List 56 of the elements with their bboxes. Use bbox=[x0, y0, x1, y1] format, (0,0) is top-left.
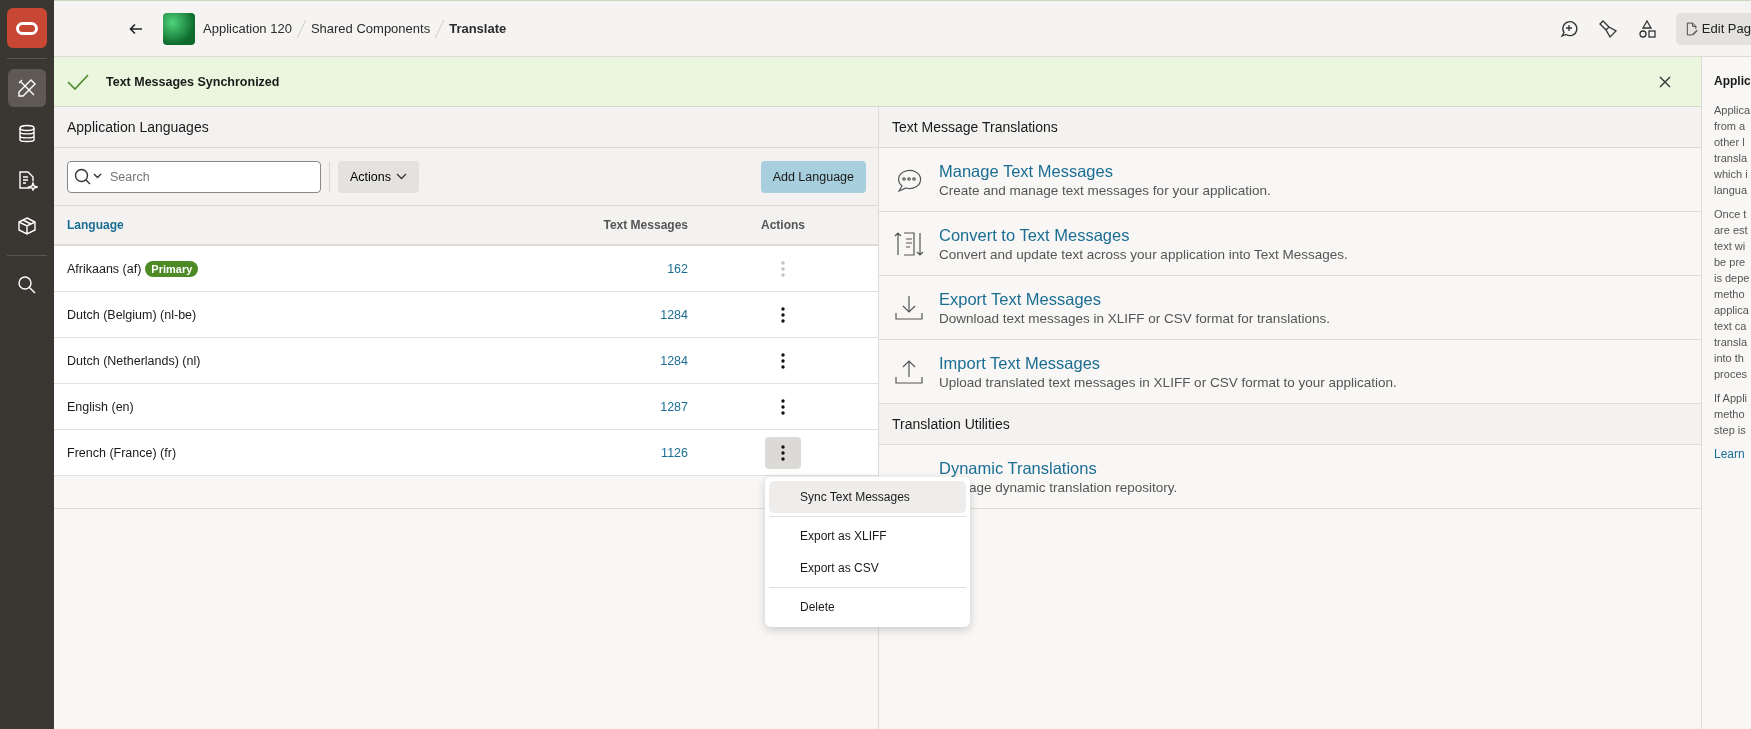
breadcrumb-link[interactable]: Application 120 bbox=[203, 21, 292, 36]
language-name: Afrikaans (af) bbox=[67, 261, 142, 276]
help-title: Applic bbox=[1714, 74, 1751, 88]
primary-badge: Primary bbox=[145, 260, 199, 277]
link-description: Download text messages in XLIFF or CSV format for translations. bbox=[939, 310, 1330, 326]
close-icon[interactable] bbox=[1659, 75, 1671, 88]
help-paragraph: Applica from a other l transla which i langua bbox=[1714, 103, 1751, 198]
language-name: French (France) (fr) bbox=[67, 445, 177, 460]
section-title: Text Message Translations bbox=[892, 119, 1058, 135]
search-field[interactable]: Search bbox=[67, 160, 321, 193]
link-title[interactable]: Convert to Text Messages bbox=[939, 225, 1348, 245]
column-header[interactable]: Text Messages bbox=[528, 218, 688, 232]
column-header: Actions bbox=[760, 218, 806, 232]
banner-message: Text Messages Synchronized bbox=[106, 74, 280, 89]
flashlight-icon[interactable] bbox=[1598, 18, 1618, 39]
row-actions-button[interactable] bbox=[765, 436, 801, 469]
section-title: Translation Utilities bbox=[892, 416, 1010, 432]
message-count-link[interactable]: 1284 bbox=[528, 353, 688, 368]
message-count-link[interactable]: 1284 bbox=[528, 307, 688, 322]
learn-more-link[interactable]: Learn bbox=[1714, 447, 1745, 461]
message-count-link[interactable]: 1126 bbox=[528, 445, 688, 460]
menu-item[interactable]: Sync Text Messages bbox=[769, 480, 966, 513]
search-input[interactable]: Search bbox=[108, 168, 292, 185]
column-header[interactable]: Language bbox=[54, 218, 528, 232]
language-name: English (en) bbox=[67, 399, 134, 414]
add-language-button[interactable]: Add Language bbox=[760, 160, 866, 193]
language-name: Dutch (Netherlands) (nl) bbox=[67, 353, 201, 368]
help-paragraph: Once t are est text wi be pre is depe metho applica text ca transla into th proces bbox=[1714, 207, 1751, 382]
menu-item[interactable]: Export as CSV bbox=[769, 551, 966, 584]
link-title[interactable]: Dynamic Translations bbox=[939, 458, 1178, 478]
comment-add-icon[interactable] bbox=[1559, 18, 1579, 39]
chevron-down-icon bbox=[396, 173, 407, 180]
link-description: Create and manage text messages for your application. bbox=[939, 182, 1271, 198]
search-icon[interactable] bbox=[74, 167, 104, 186]
panel-title: Application Languages bbox=[67, 119, 209, 135]
link-title[interactable]: Manage Text Messages bbox=[939, 161, 1271, 181]
link-description: age dynamic translation repository. bbox=[968, 479, 1178, 495]
breadcrumb-link[interactable]: Translate bbox=[449, 21, 507, 36]
app-logo-icon[interactable] bbox=[7, 8, 47, 48]
checkmark-icon bbox=[67, 72, 89, 91]
shapes-icon[interactable] bbox=[1637, 18, 1657, 39]
breadcrumb-link[interactable]: Shared Components bbox=[310, 21, 431, 36]
menu-item[interactable]: Export as XLIFF bbox=[769, 519, 966, 552]
app-thumbnail-placeholder bbox=[163, 12, 195, 45]
message-count-link[interactable]: 1287 bbox=[528, 399, 688, 414]
link-title[interactable]: Import Text Messages bbox=[939, 353, 1397, 373]
link-description: Convert and update text across your application into Text Messages. bbox=[939, 246, 1348, 262]
language-name: Dutch (Belgium) (nl-be) bbox=[67, 307, 197, 322]
back-arrow-icon[interactable] bbox=[129, 21, 143, 36]
link-title[interactable]: Export Text Messages bbox=[939, 289, 1330, 309]
actions-dropdown-button[interactable]: Actions bbox=[338, 160, 419, 193]
edit-page-button[interactable]: Edit Pag bbox=[1676, 12, 1751, 45]
menu-item[interactable]: Delete bbox=[769, 590, 966, 623]
pencil-ruler-icon[interactable] bbox=[8, 69, 46, 107]
help-paragraph: If Appli metho step is bbox=[1714, 391, 1749, 438]
link-description: Upload translated text messages in XLIFF or CSV format to your application. bbox=[939, 374, 1397, 390]
